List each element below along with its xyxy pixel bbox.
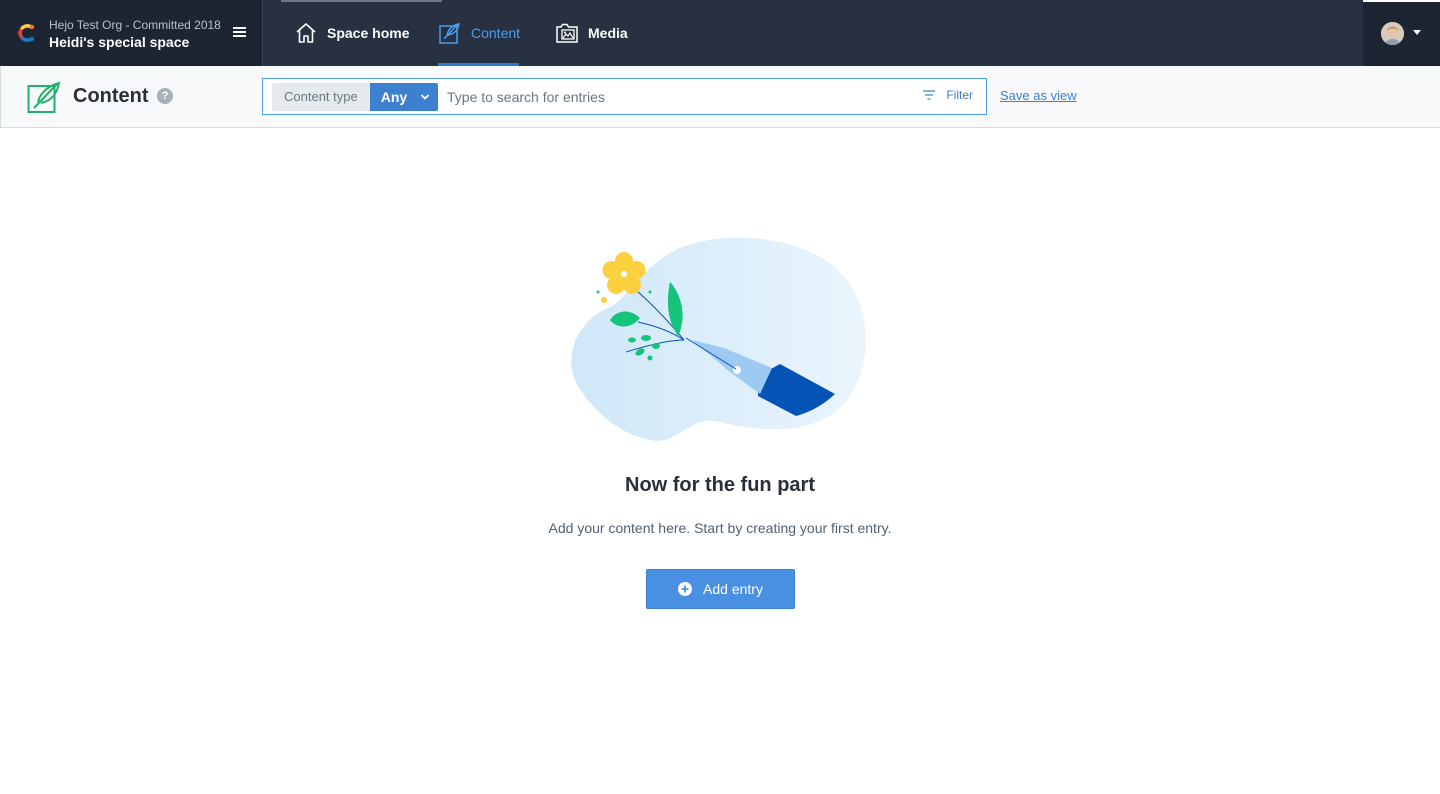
space-name: Heidi's special space [49,34,190,50]
add-entry-label: Add entry [703,581,763,597]
tab-label: Space home [327,25,410,41]
tab-space-home[interactable]: Space home [294,0,409,66]
search-input[interactable] [447,84,907,110]
filter-button[interactable]: Filter [922,88,973,102]
chevron-down-icon [420,92,430,102]
org-name: Hejo Test Org - Committed 2018 [49,18,221,32]
tab-content[interactable]: Content [438,0,521,66]
media-image-icon [555,21,579,45]
plus-circle-icon [678,582,693,596]
contentful-logo-icon [18,24,35,42]
top-navigation: Hejo Test Org - Committed 2018 Heidi's s… [0,0,1440,66]
home-icon [294,21,318,45]
chevron-down-icon [1413,30,1421,35]
content-quill-icon [438,21,462,45]
search-bar: Content type Any Filter [262,78,987,115]
workbench-header: Content ? Content type Any Filter Save a… [0,66,1440,128]
help-icon[interactable]: ? [157,88,173,104]
filter-icon [922,88,936,102]
empty-state-title: Now for the fun part [625,474,815,496]
avatar [1381,22,1404,45]
empty-state-illustration [571,237,866,441]
hamburger-menu-icon[interactable] [233,27,247,39]
content-type-select[interactable]: Any [369,83,439,111]
user-account-menu[interactable] [1363,0,1440,66]
empty-state-description: Add your content here. Start by creating… [548,520,892,536]
tab-media[interactable]: Media [555,0,628,66]
save-as-view-link[interactable]: Save as view [1000,88,1077,103]
tab-label: Media [588,25,628,41]
tab-label: Content [471,25,521,41]
content-type-value: Any [380,89,408,105]
content-page-icon [27,81,61,113]
content-type-label: Content type [272,83,370,111]
page-title: Content [73,85,149,107]
user-menu-top-border [1363,0,1440,2]
add-entry-button[interactable]: Add entry [646,569,795,609]
space-switcher[interactable]: Hejo Test Org - Committed 2018 Heidi's s… [0,0,263,66]
filter-label: Filter [946,88,973,102]
content-type-filter: Content type Any [272,83,439,111]
